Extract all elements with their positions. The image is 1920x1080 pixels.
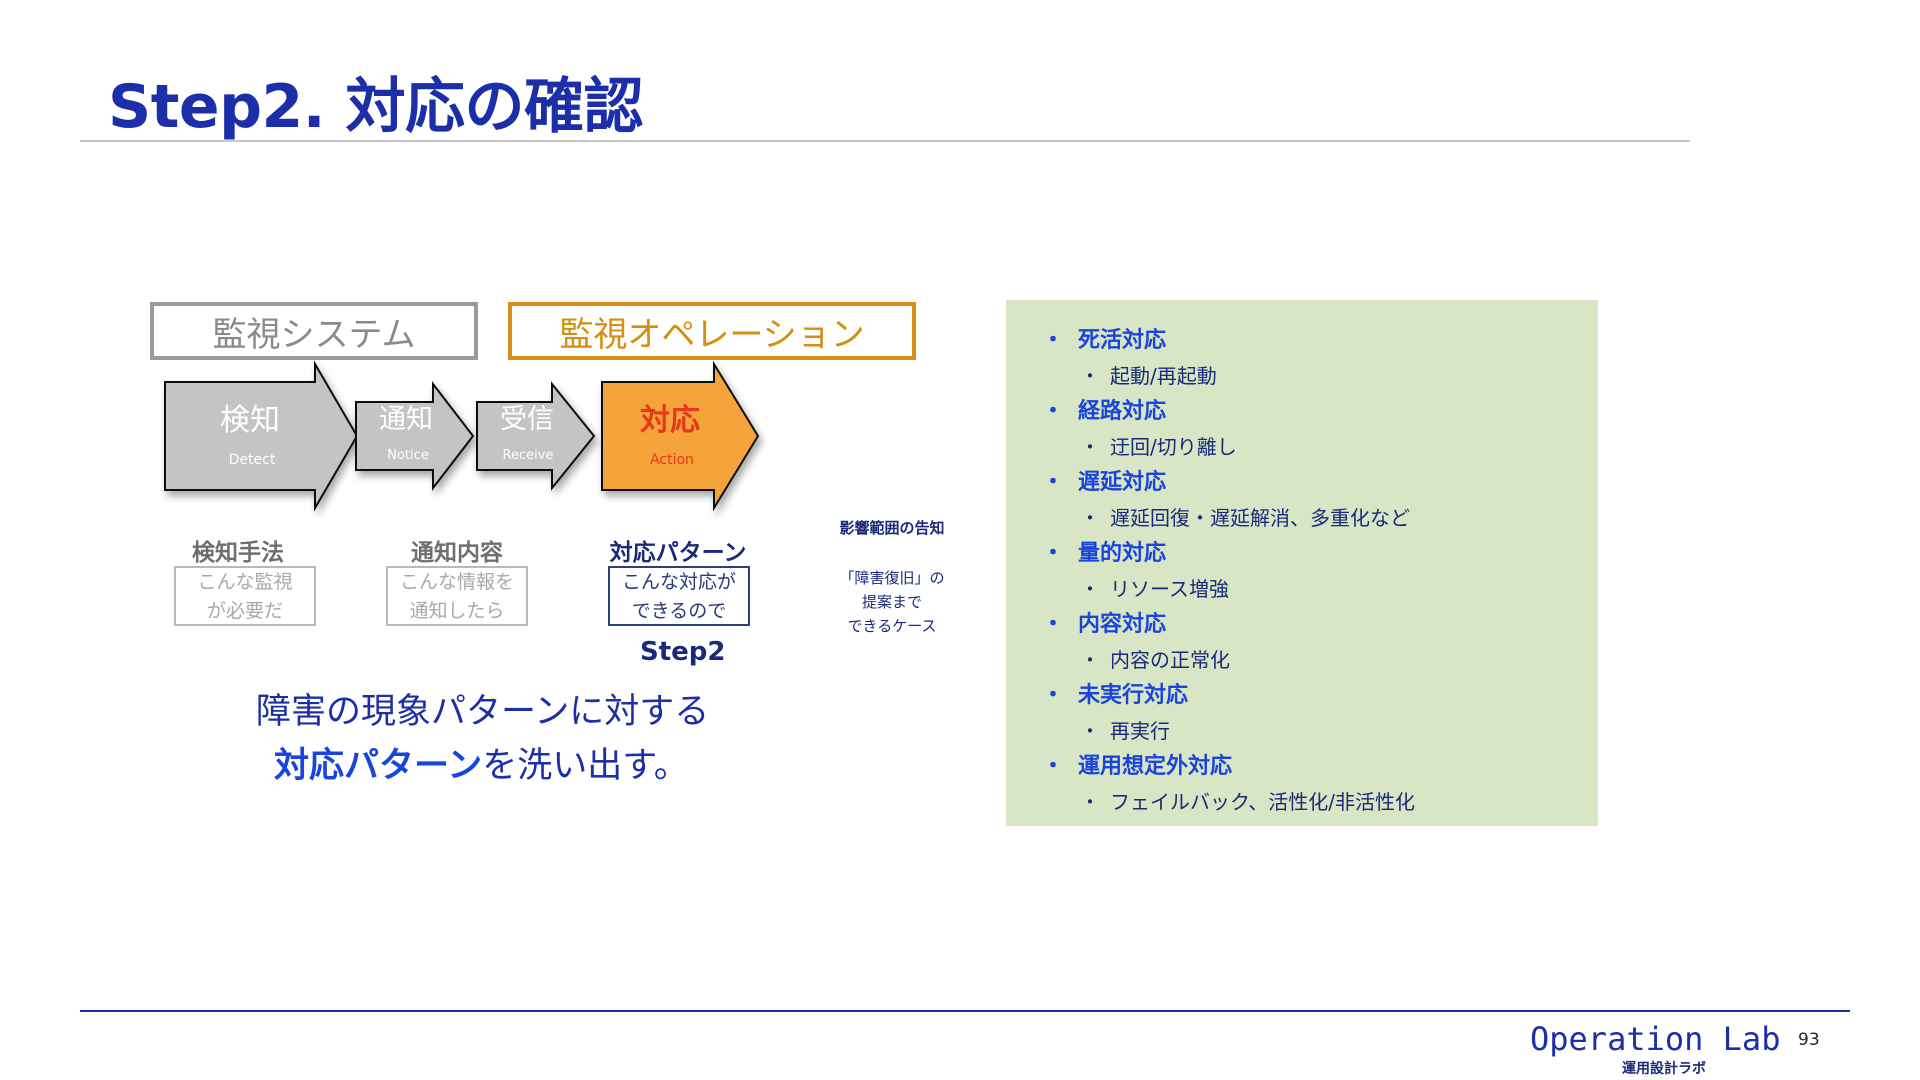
response-patterns-panel: ・死活対応 ・起動/再起動 ・経路対応 ・迂回/切り離し ・遅延対応 ・遅延回復… [1006,300,1598,826]
slide-title: Step2. 対応の確認 [108,72,643,142]
notice-label: 通知 [379,404,433,435]
pattern-title: 死活対応 [1078,328,1167,353]
notice-content-line1: こんな情報を [399,571,514,593]
summary-line1: 障害の現象パターンに対する [256,692,710,732]
summary-rest: を洗い出す。 [482,746,689,786]
pattern-title: 遅延対応 [1078,470,1167,495]
detect-method-line2: が必要だ [206,600,283,622]
footer-logo: Operation Lab [1530,1020,1781,1058]
notice-arrow [355,381,475,491]
pattern-detail-text: 起動/再起動 [1110,364,1217,388]
bullet-dot: ・ [1042,541,1065,566]
pattern-item: ・死活対応 [1042,322,1166,354]
bullet-dot: ・ [1042,399,1065,424]
bullet-dot: ・ [1042,470,1065,495]
bullet-dot: ・ [1042,328,1065,353]
summary-highlight: 対応パターン [274,746,483,786]
bullet-dot: ・ [1042,754,1065,779]
sub-bullet-dot: ・ [1080,435,1100,459]
bullet-dot: ・ [1042,612,1065,637]
sub-bullet-dot: ・ [1080,790,1100,814]
pattern-title: 量的対応 [1078,541,1167,566]
pattern-title: 運用想定外対応 [1078,754,1233,779]
side-note-heading: 影響範囲の告知 [839,519,945,537]
notice-content-box: こんな情報を 通知したら [386,566,528,626]
receive-arrow [476,381,596,491]
sub-bullet-dot: ・ [1080,506,1100,530]
pattern-item: ・経路対応 [1042,393,1166,425]
detect-method-line1: こんな監視 [197,571,293,593]
side-note-line1: 「障害復旧」の [839,569,945,587]
sub-bullet-dot: ・ [1080,719,1100,743]
side-note-line2: 提案まで [861,593,922,611]
sub-bullet-dot: ・ [1080,648,1100,672]
monitoring-system-box: 監視システム [150,302,478,360]
pattern-item: ・未実行対応 [1042,677,1188,709]
pattern-detail: ・再実行 [1080,715,1170,744]
pattern-detail-text: 内容の正常化 [1110,648,1230,672]
action-sublabel: Action [650,452,694,468]
summary-line2: 対応パターンを洗い出す。 [274,737,689,788]
monitoring-operation-box: 監視オペレーション [508,302,916,360]
sub-bullet-dot: ・ [1080,577,1100,601]
pattern-item: ・内容対応 [1042,606,1166,638]
sub-bullet-dot: ・ [1080,364,1100,388]
receive-label: 受信 [500,404,554,435]
notice-sublabel: Notice [387,448,429,463]
process-flow-diagram: 検知 Detect 通知 Notice 受信 Receive 対応 Action [164,360,760,512]
notice-content-line2: 通知したら [409,600,505,622]
detect-label: 検知 [220,403,280,438]
pattern-title: 内容対応 [1078,612,1167,637]
pattern-detail-text: 再実行 [1110,719,1170,743]
bullet-dot: ・ [1042,683,1065,708]
detect-method-title: 検知手法 [192,540,284,566]
pattern-detail-text: 遅延回復・遅延解消、多重化など [1110,506,1410,530]
step2-label: Step2 [640,637,726,667]
pattern-item: ・運用想定外対応 [1042,748,1232,780]
pattern-detail: ・起動/再起動 [1080,360,1217,389]
pattern-detail: ・内容の正常化 [1080,644,1230,673]
footer-logo-subtitle: 運用設計ラボ [1622,1061,1706,1077]
pattern-item: ・遅延対応 [1042,464,1166,496]
pattern-title: 経路対応 [1078,399,1167,424]
receive-sublabel: Receive [503,448,554,463]
action-pattern-title: 対応パターン [609,540,747,566]
pattern-detail: ・遅延回復・遅延解消、多重化など [1080,502,1410,531]
pattern-detail-text: リソース増強 [1110,577,1229,601]
pattern-item: ・量的対応 [1042,535,1166,567]
page-number: 93 [1798,1030,1820,1050]
pattern-title: 未実行対応 [1078,683,1189,708]
action-pattern-line1: こんな対応が [621,571,736,593]
pattern-detail: ・フェイルバック、活性化/非活性化 [1080,786,1415,815]
side-note-line3: できるケース [847,617,937,635]
action-label: 対応 [640,403,700,438]
action-pattern-line2: できるので [631,600,727,622]
detect-method-box: こんな監視 が必要だ [174,566,316,626]
notice-content-title: 通知内容 [411,540,503,566]
title-divider [80,140,1690,142]
action-pattern-box: こんな対応が できるので [608,566,750,626]
pattern-detail-text: フェイルバック、活性化/非活性化 [1110,790,1415,814]
footer-divider [80,1010,1850,1012]
pattern-detail: ・迂回/切り離し [1080,431,1237,460]
pattern-detail: ・リソース増強 [1080,573,1229,602]
pattern-detail-text: 迂回/切り離し [1110,435,1237,459]
detect-sublabel: Detect [229,452,276,468]
